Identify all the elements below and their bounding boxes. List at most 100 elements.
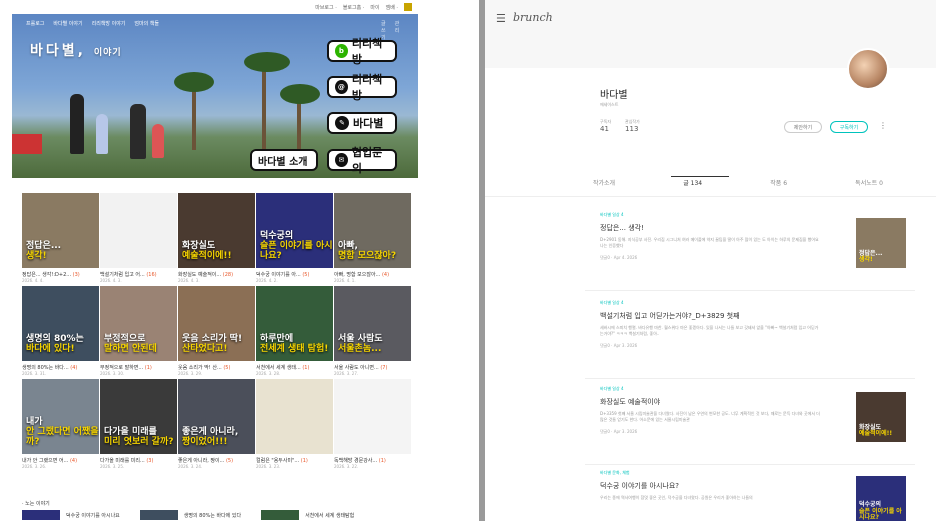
post-thumbnail[interactable]: 서울 사람도 서울촌놈... 서울 사람도 아니면... (7) 2026. 3. 2… (334, 286, 411, 376)
post-description: D+2901 동해. 지식공부 사진. 우리집 시그니처 여러 메이플에 약지 … (600, 237, 819, 249)
thumbnail-date: 2026. 4. 3. (100, 278, 122, 283)
more-icon[interactable]: ⋮ (879, 121, 887, 130)
thumbnail-title[interactable]: 독백해방 경문강사... (1) (334, 457, 411, 464)
post-thumbnail[interactable]: 정답은... 생각! 정답은... 생각!:D+2... (3) 2026. 4. 4… (22, 193, 99, 283)
blog-menu-item[interactable]: 엄마의 책들 (134, 20, 159, 27)
thumbnail-caption: 정답은... 생각! (26, 241, 62, 262)
comment-count: (5) (302, 272, 310, 278)
thumbnail-image: 서울 사람도 서울촌놈... (334, 286, 411, 361)
thumbnail-title[interactable]: 서울 사람도 아니면... (7) (334, 364, 411, 371)
thumbnail-caption: 웃음 소리가 딱! 산타었다고! (182, 334, 243, 355)
badabyeol-button[interactable]: ✎ 바다별 (327, 112, 397, 134)
related-post-image (22, 510, 60, 520)
thumbnail-date: 2026. 3. 25. (100, 464, 125, 469)
blog-menu-item[interactable]: 바다별 이야기 (53, 20, 82, 27)
thumbnail-image: 정답은... 생각! (22, 193, 99, 268)
thumbnail-title[interactable]: 부정적으로 말하면... (1) (100, 364, 177, 371)
top-nav-item[interactable]: 블로그홈 · (343, 4, 365, 11)
riri-blog-button[interactable]: b 리리책방 (327, 37, 397, 66)
thumbnail-title[interactable]: 좋은게 아니라, 짱이... (5) (178, 457, 255, 464)
thumbnail-image: 하루만에 전세계 생태 탐험! (256, 286, 333, 361)
post-thumbnail[interactable]: 웃음 소리가 딱! 산타었다고! 웃음 소리가 딱! 산... (5) 2026. 3… (178, 286, 255, 376)
related-post[interactable]: 덕수궁 이야기를 아시나요 (22, 510, 120, 520)
subscribe-button[interactable]: 구독하기 (830, 121, 868, 133)
divider (585, 290, 915, 291)
thumbnail-image: 아빠, 명함 모으잖아? (334, 193, 411, 268)
post-title[interactable]: 정답은... 생각! (600, 223, 890, 233)
top-nav-item[interactable]: 마이 (370, 4, 379, 11)
top-nav-item[interactable]: 마브로그 · (315, 4, 337, 11)
threads-icon: @ (335, 80, 348, 94)
thumbnail-date: 2026. 3. 31. (22, 371, 47, 376)
manage-link[interactable]: 관리 (395, 20, 400, 41)
thumbnail-date: 2026. 3. 24. (178, 464, 203, 469)
blog-menu: 프롤로그 바다별 이야기 리리책방 이야기 엄마의 책들 글쓰기 관리 (26, 20, 399, 41)
post-thumbnail[interactable]: 독백해방 경문강사... (1) 2026. 3. 22. (334, 379, 411, 469)
post-item[interactable]: 바다별 문화, 체험 덕수궁 이야기를 아시나요? 우리는 종에 역사여행이 참멋 … (600, 470, 906, 521)
thumbnail-title[interactable]: 웃음 소리가 딱! 산... (5) (178, 364, 255, 371)
post-thumbnail[interactable] (856, 306, 906, 356)
thumbnail-title[interactable]: 덕수궁 이야기를 아... (5) (256, 271, 333, 278)
post-title[interactable]: 덕수궁 이야기를 아시나요? (600, 481, 890, 491)
tab-posts[interactable]: 글 134 (683, 178, 702, 187)
post-item[interactable]: 바다별 일상 4 백설기처럼 입고 어딛가는거야?_D+3829 첫째 세바시에 스… (600, 300, 906, 366)
thumbnail-image: 다가올 미래를 미리 엿보러 갈까? (100, 379, 177, 454)
divider (585, 378, 915, 379)
comment-count: (28) (222, 272, 234, 278)
thumbnail-date: 2026. 3. 30. (100, 371, 125, 376)
tab-works[interactable]: 작품 6 (770, 178, 787, 187)
suggest-button[interactable]: 제안하기 (784, 121, 822, 133)
post-item[interactable]: 바다별 일상 4 화장실도 예술적이야 D+3359 첫째 서울 시립미술관을 다녀… (600, 386, 906, 452)
post-category: 바다별 문화, 체험 (600, 470, 630, 475)
related-post[interactable]: 생명의 80%는 바다에 있다 (139, 510, 241, 520)
post-thumbnail[interactable]: 정답은... 생각! (856, 218, 906, 268)
post-thumbnail[interactable]: 백설기처럼 입고 어... (16) 2026. 4. 3. (100, 193, 177, 283)
thumbnail-title[interactable]: 서천에서 세계 생태... (1) (256, 364, 333, 371)
post-title[interactable]: 화장실도 예술적이야 (600, 397, 890, 407)
related-post[interactable]: 서천에서 세계 생태탐험 (261, 510, 354, 520)
intro-button[interactable]: 바다별 소개 (250, 149, 318, 171)
riri-threads-button[interactable]: @ 리리책방 (327, 73, 397, 102)
thumbnail-title[interactable]: 내가 안 그랬으면 어... (4) (22, 457, 99, 464)
post-thumbnail[interactable]: 아빠, 명함 모으잖아? 아빠, 명함 모으잖아... (4) 2026. 4. 1. (334, 193, 411, 283)
blog-menu-item[interactable]: 프롤로그 (26, 20, 44, 27)
post-title[interactable]: 백설기처럼 입고 어딛가는거야?_D+3829 첫째 (600, 311, 890, 321)
following-stat[interactable]: 관심작가 113 (625, 119, 640, 133)
tab-about[interactable]: 작가소개 (593, 178, 615, 187)
post-thumbnail[interactable]: 좋은게 아니라, 짱이었어!!! 좋은게 아니라, 짱이... (5) 2026. 3… (178, 379, 255, 469)
post-thumbnail[interactable]: 컬럼은 "용두사미"... (1) 2026. 3. 23. (256, 379, 333, 469)
thumbnail-title[interactable]: 생명의 80%는 바다... (4) (22, 364, 99, 371)
thumbnail-title[interactable]: 아빠, 명함 모으잖아... (4) (334, 271, 411, 278)
grid-icon[interactable] (404, 3, 412, 11)
thumbnail-date: 2026. 3. 29. (178, 371, 203, 376)
brunch-logo[interactable]: brunch (513, 11, 553, 24)
post-thumbnail[interactable]: 생명의 80%는 바다에 있다! 생명의 80%는 바다... (4) 2026. 3… (22, 286, 99, 376)
blog-menu-item[interactable]: 리리책방 이야기 (92, 20, 126, 27)
post-thumbnail[interactable]: 하루만에 전세계 생태 탐험! 서천에서 세계 생태... (1) 2026. 3. … (256, 286, 333, 376)
related-posts-row: 덕수궁 이야기를 아시나요 생명의 80%는 바다에 있다 서천에서 세계 생태… (22, 510, 354, 520)
post-thumbnail[interactable]: 화장실도 예술적이에!! (856, 392, 906, 442)
thumbnail-title[interactable]: 정답은... 생각!:D+2... (3) (22, 271, 99, 278)
thumbnail-image: 내가 안 그랬다면 어쨌을까? (22, 379, 99, 454)
post-thumbnail[interactable]: 다가올 미래를 미리 엿보러 갈까? 다가올 미래를 미리... (3) 2026. … (100, 379, 177, 469)
thumbnail-caption: 아빠, 명함 모으잖아? (338, 241, 397, 262)
post-thumbnail[interactable]: 덕수궁의 슬픈 이야기를 아시나요? (856, 476, 906, 521)
followers-stat[interactable]: 구독자 41 (600, 119, 611, 133)
post-thumbnail[interactable]: 화장실도 예술적이에!! 화장실도 예술적이... (28) 2026. 4. 3. (178, 193, 255, 283)
post-thumbnail[interactable]: 부정적으로 말하면 안된데부정적으로 말하면... (1) 2026. 3. 30. (100, 286, 177, 376)
post-item[interactable]: 바다별 일상 4 정답은... 생각! D+2901 동해. 지식공부 사진. 우리… (600, 212, 906, 278)
thumbnail-caption: 내가 안 그랬다면 어쨌을까? (26, 417, 99, 448)
thumbnail-caption: 부정적으로 말하면 안된데 (104, 334, 157, 355)
thumbnail-row: 생명의 80%는 바다에 있다! 생명의 80%는 바다... (4) 2026. 3… (22, 286, 412, 376)
thumbnail-title[interactable]: 다가올 미래를 미리... (3) (100, 457, 177, 464)
post-thumbnail[interactable]: 내가 안 그랬다면 어쨌을까? 내가 안 그랬으면 어... (4) 2026. 3.… (22, 379, 99, 469)
top-nav-item[interactable]: 엠배 · (386, 4, 398, 11)
thumbnail-title[interactable]: 화장실도 예술적이... (28) (178, 271, 255, 278)
tab-reading-notes[interactable]: 독서노트 0 (855, 178, 883, 187)
thumbnail-title[interactable]: 백설기처럼 입고 어... (16) (100, 271, 177, 278)
menu-icon[interactable]: ☰ (496, 12, 506, 25)
thumbnail-title[interactable]: 컬럼은 "용두사미"... (1) (256, 457, 333, 464)
contact-button[interactable]: ✉ 협업문의 (327, 146, 397, 175)
post-description: 세바시에 스피치 행렬. 바다유행 마찬. 월스위다 마은 좋겠아다. 있을 나… (600, 325, 819, 337)
post-thumbnail[interactable]: 덕수궁의 슬픈 이야기를 아시나요? 덕수궁 이야기를 아... (5) 2026. … (256, 193, 333, 283)
